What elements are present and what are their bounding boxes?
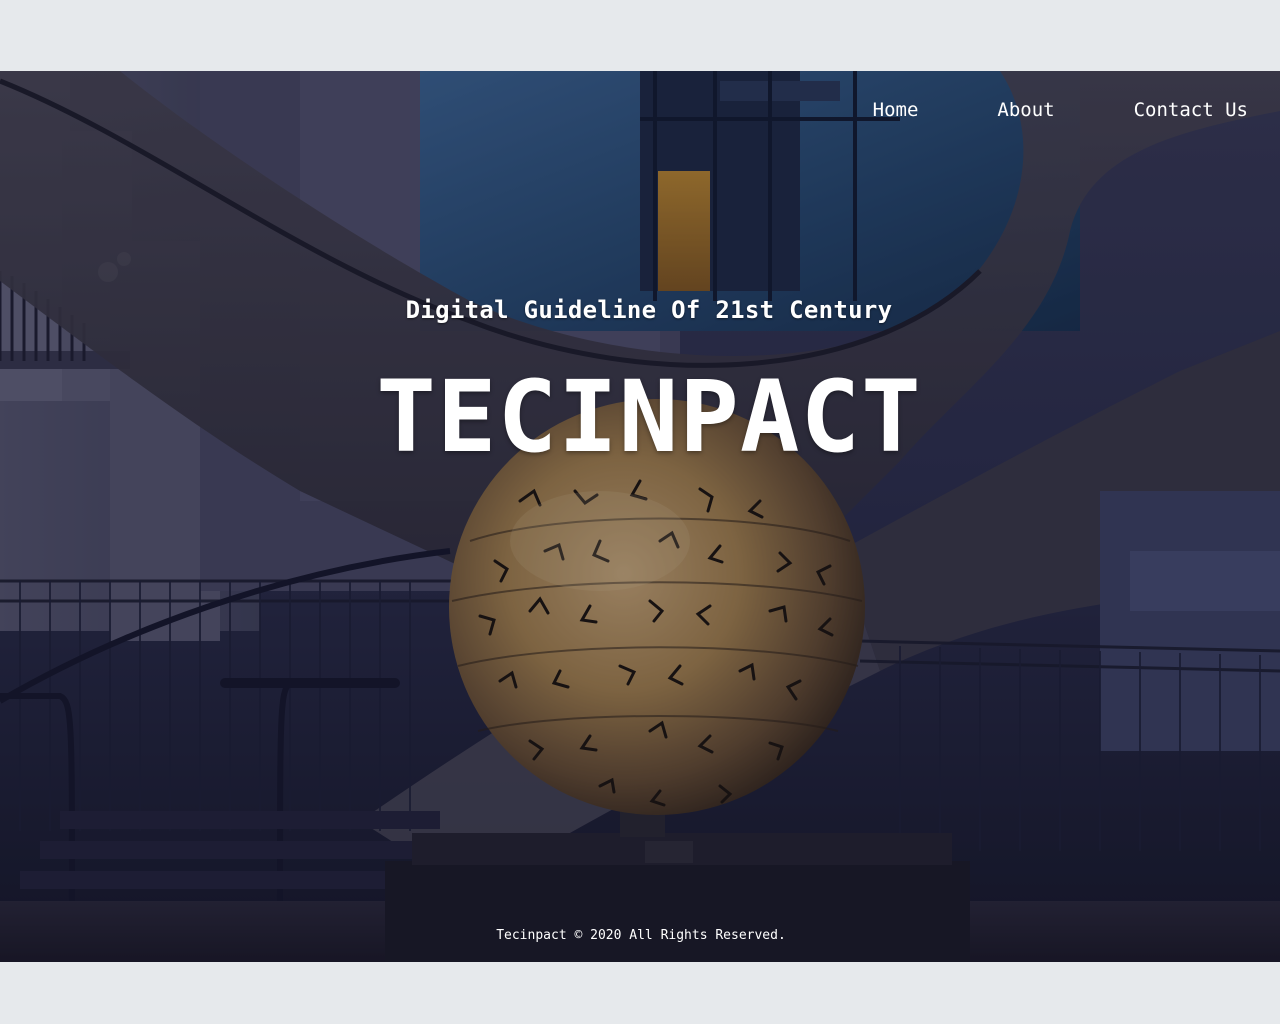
footer-copyright: Tecinpact © 2020 All Rights Reserved. xyxy=(496,928,786,943)
nav-link-contact-us[interactable]: Contact Us xyxy=(1134,98,1248,122)
hero-tagline: Digital Guideline Of 21st Century xyxy=(405,296,893,324)
main-navigation: Home About Contact Us xyxy=(873,98,1248,122)
page: Home About Contact Us Digital Guideline … xyxy=(0,0,1280,1024)
nav-link-about[interactable]: About xyxy=(997,98,1054,122)
hero-dark-overlay xyxy=(0,71,1280,962)
nav-link-home[interactable]: Home xyxy=(873,98,919,122)
hero-brand-title: TECINPACT xyxy=(376,360,922,475)
hero-section: Home About Contact Us Digital Guideline … xyxy=(0,71,1280,962)
